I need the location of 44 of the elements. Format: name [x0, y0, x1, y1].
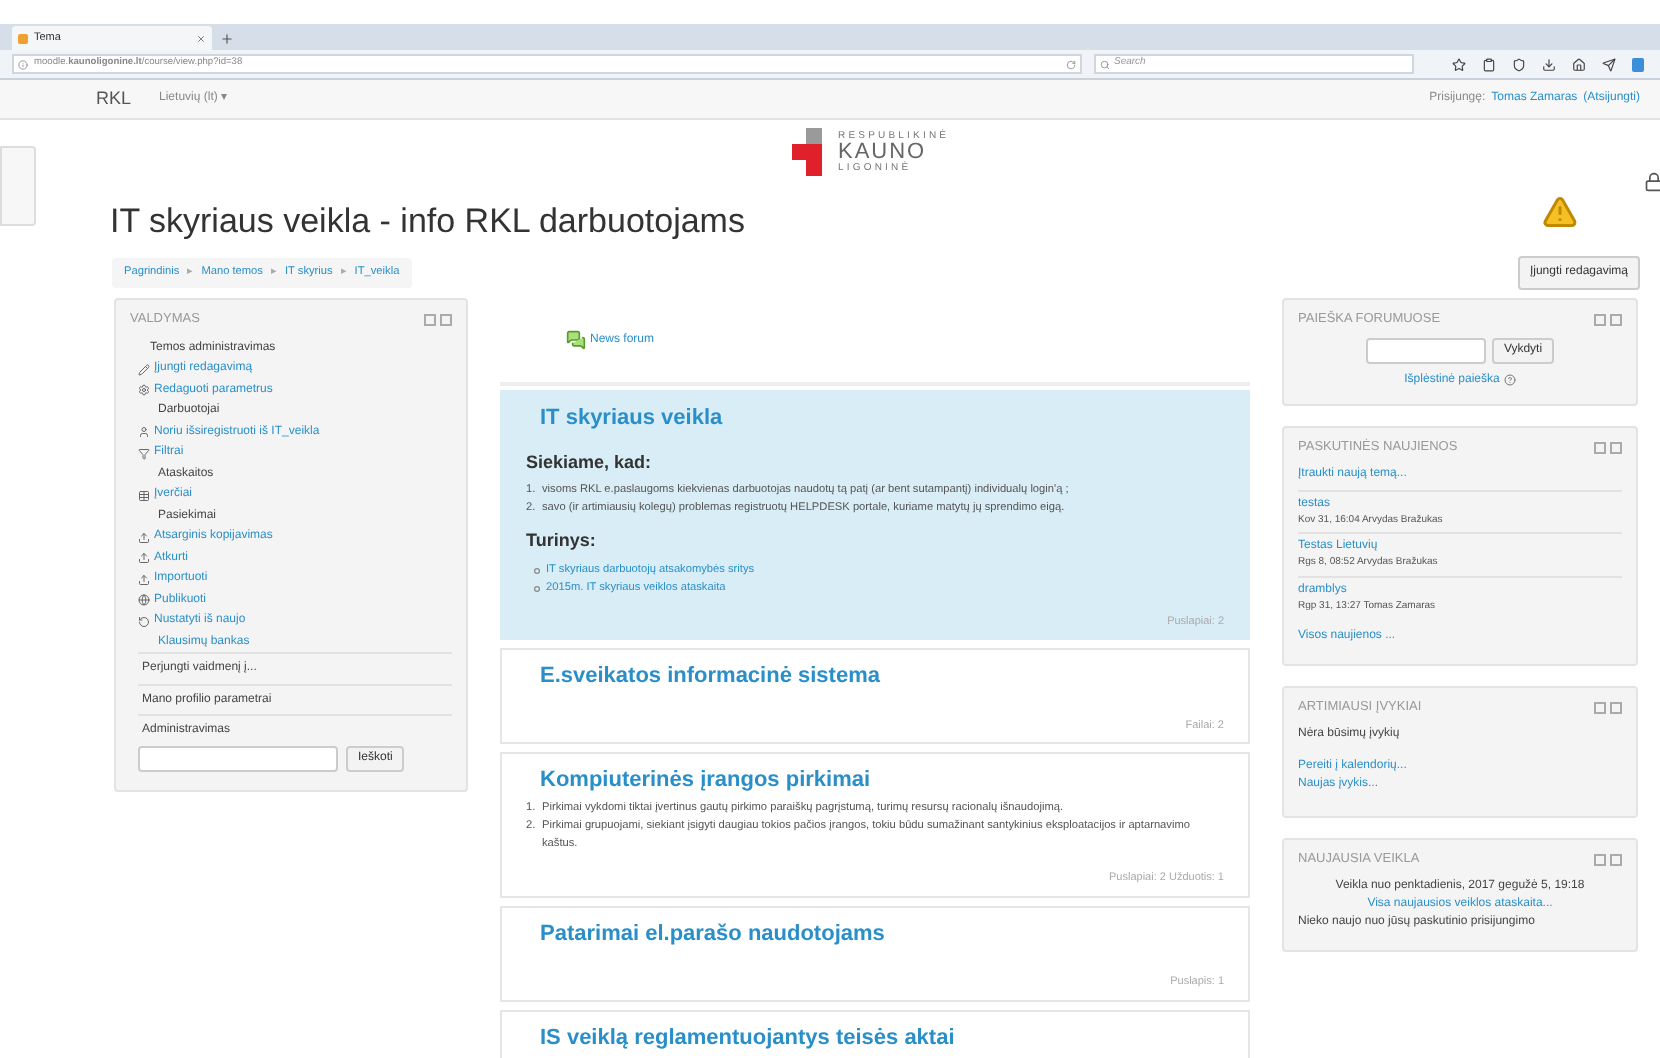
- section-heading: Siekiame, kad:: [526, 449, 654, 475]
- section-title[interactable]: E.sveikatos informacinė sistema: [526, 659, 1224, 693]
- send-icon[interactable]: [1602, 57, 1616, 71]
- clipboard-icon[interactable]: [1482, 57, 1496, 71]
- menu-item-icon: [138, 426, 150, 438]
- site-brand[interactable]: RKL: [96, 85, 132, 113]
- dock-icon[interactable]: [1594, 441, 1622, 454]
- bullet-icon: [534, 567, 540, 573]
- bullet-icon: [534, 585, 540, 591]
- forum-icon: [566, 330, 586, 350]
- page-title: IT skyriaus veikla - info RKL darbuotojams: [110, 200, 745, 244]
- section-title[interactable]: IT skyriaus veikla: [526, 402, 1224, 435]
- info-icon: [18, 59, 28, 69]
- menu-item-icon: [138, 531, 150, 543]
- shield-icon[interactable]: [1512, 57, 1526, 71]
- forum-search-field[interactable]: [1365, 337, 1486, 364]
- section-title[interactable]: Patarimai el.parašo naudotojams: [526, 917, 1224, 950]
- menu-item-icon: [138, 447, 150, 459]
- menu-item-icon: [138, 615, 150, 627]
- dock-icon[interactable]: [1594, 701, 1622, 714]
- new-tab-icon[interactable]: [220, 32, 234, 46]
- menu-item-icon: [138, 363, 150, 375]
- admin-search-field[interactable]: [138, 745, 338, 772]
- menu-item-icon: [138, 384, 150, 396]
- dock-icon[interactable]: [1594, 853, 1622, 866]
- menu-item-icon: [138, 573, 150, 585]
- menu-item-icon: [138, 552, 150, 564]
- help-icon[interactable]: [1503, 374, 1516, 387]
- warning-icon: [1542, 194, 1578, 230]
- lock-icon[interactable]: [1644, 172, 1660, 192]
- menu-item-icon: [138, 594, 150, 606]
- dock-icon[interactable]: [424, 313, 452, 326]
- home-icon[interactable]: [1572, 57, 1586, 71]
- section-title[interactable]: IS veiklą reglamentuojantys teisės aktai: [526, 1021, 1224, 1054]
- section-heading: Turinys:: [526, 528, 598, 554]
- menu-item-icon: [138, 489, 150, 501]
- search-icon: [1100, 59, 1110, 69]
- download-icon[interactable]: [1542, 57, 1556, 71]
- tab-favicon-icon: [18, 33, 28, 43]
- logo-text: KAUNO: [838, 141, 929, 163]
- bookmark-icon[interactable]: [1452, 57, 1466, 71]
- section-title[interactable]: Kompiuterinės įrangos pirkimai: [526, 763, 1224, 797]
- dock-icon[interactable]: [1594, 313, 1622, 326]
- reload-icon[interactable]: [1066, 59, 1076, 69]
